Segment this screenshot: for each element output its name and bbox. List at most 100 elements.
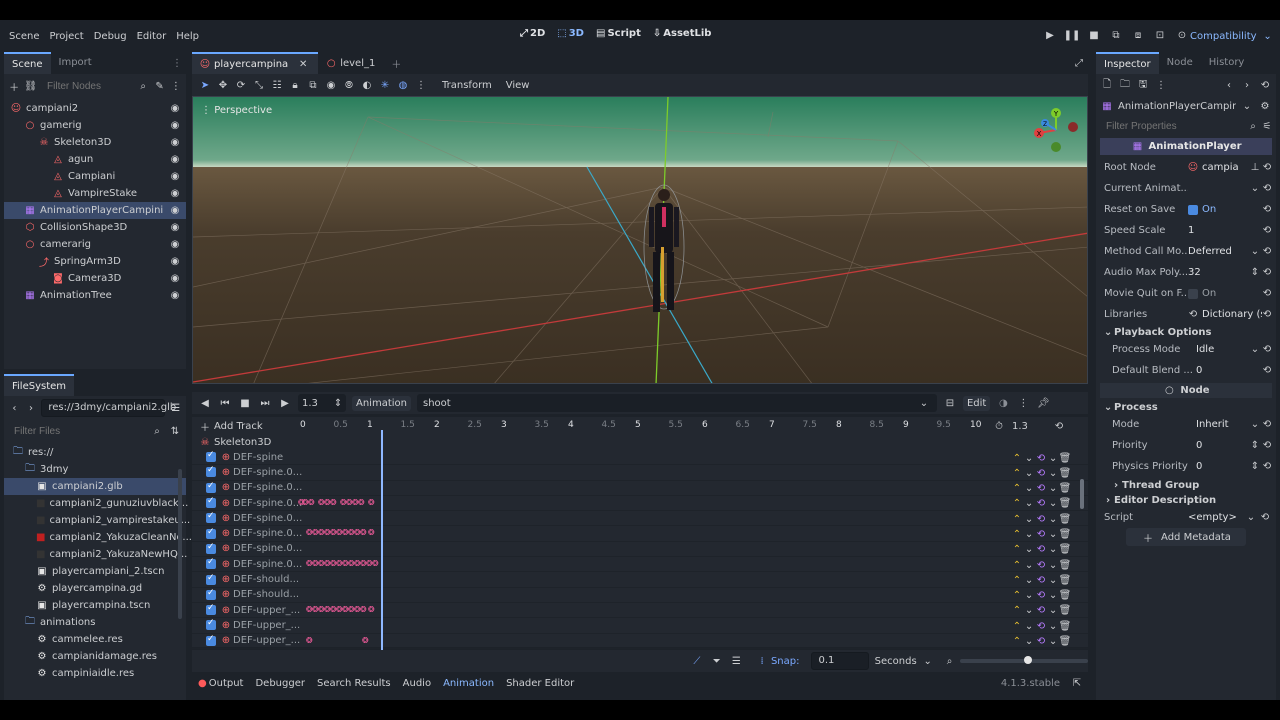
- chevron-down-icon[interactable]: ⌄: [1049, 543, 1057, 557]
- checkbox[interactable]: [1188, 288, 1198, 299]
- file-item[interactable]: 🗀︎ animations: [4, 614, 186, 631]
- history-back-icon[interactable]: ‹: [1222, 78, 1236, 92]
- loop-mode-icon[interactable]: ⟲: [1036, 635, 1046, 649]
- property-value-field[interactable]: 0 ⇕: [1196, 460, 1262, 474]
- property-value-field[interactable]: 1: [1188, 225, 1262, 236]
- file-item[interactable]: ■ campiani2_vampirestakeu...: [4, 512, 190, 529]
- track-row[interactable]: ⊕DEF-spine.0...❂❂❂❂❂❂❂❂❂❂❂⌃⌄⟲⌄🗑︎: [192, 526, 1088, 542]
- revert-icon[interactable]: ⟲: [1262, 182, 1272, 196]
- chevron-down-icon[interactable]: ⌄: [1049, 451, 1057, 465]
- scene-node[interactable]: ☠ Skeleton3D ◉: [4, 134, 186, 151]
- chevron-down-icon[interactable]: ⌄: [1025, 573, 1033, 587]
- delete-track-icon[interactable]: 🗑︎: [1059, 527, 1072, 541]
- loop-mode-icon[interactable]: ⟲: [1036, 512, 1046, 526]
- edit-menu[interactable]: Edit: [962, 395, 991, 411]
- chevron-down-icon[interactable]: ⌄: [1025, 558, 1033, 572]
- loop-mode-icon[interactable]: ⟲: [1036, 589, 1046, 603]
- script-icon[interactable]: ✎: [153, 79, 165, 93]
- keyframe[interactable]: ❂: [368, 605, 375, 614]
- scene-node[interactable]: ▦ AnimationTree ◉: [4, 287, 186, 304]
- bottom-tab-animation[interactable]: Animation: [437, 678, 500, 689]
- track-row[interactable]: ⊕DEF-spine.0...❂❂❂❂❂❂❂❂❂❂❂⌃⌄⟲⌄🗑︎: [192, 496, 1088, 512]
- play-icon[interactable]: ▶: [1043, 28, 1057, 42]
- movie-maker-icon[interactable]: ⊙: [1175, 28, 1189, 42]
- visibility-eye-icon[interactable]: ◉: [168, 102, 182, 116]
- revert-icon[interactable]: ⟲: [1262, 343, 1272, 357]
- interpolation-icon[interactable]: ⌃: [1012, 635, 1022, 649]
- bottom-tab-audio[interactable]: Audio: [397, 678, 437, 689]
- file-item[interactable]: ▣ playercampiani_2.tscn: [4, 563, 186, 580]
- scene-node[interactable]: ◬ VampireStake ◉: [4, 185, 186, 202]
- filter-files-input[interactable]: [8, 422, 146, 440]
- history-forward-icon[interactable]: ›: [1240, 78, 1254, 92]
- visibility-eye-icon[interactable]: ◉: [168, 221, 182, 235]
- camera-override-icon[interactable]: ◐: [360, 78, 374, 92]
- revert-icon[interactable]: ⟲: [1262, 460, 1272, 474]
- scene-node[interactable]: ○ gamerig ◉: [4, 117, 186, 134]
- open-folder-icon[interactable]: 🗀︎: [1118, 78, 1132, 92]
- track-row[interactable]: ⊕DEF-should...⌃⌄⟲⌄🗑︎: [192, 572, 1088, 588]
- interpolation-icon[interactable]: ⌃: [1012, 527, 1022, 541]
- back-icon[interactable]: ‹: [8, 401, 21, 415]
- filter-properties-input[interactable]: [1100, 117, 1244, 135]
- chevron-down-icon[interactable]: ⌄: [1049, 589, 1057, 603]
- revert-icon[interactable]: ⟲: [1262, 418, 1272, 432]
- visibility-eye-icon[interactable]: ◉: [168, 204, 182, 218]
- play-backward-icon[interactable]: ◀: [198, 396, 212, 410]
- interpolation-icon[interactable]: ⌃: [1012, 512, 1022, 526]
- loop-mode-icon[interactable]: ⟲: [1036, 558, 1046, 572]
- delete-track-icon[interactable]: 🗑︎: [1059, 619, 1072, 633]
- stop-icon[interactable]: ■: [238, 396, 252, 410]
- checkbox[interactable]: [1188, 204, 1198, 215]
- interpolation-icon[interactable]: ⌃: [1012, 482, 1022, 496]
- playhead[interactable]: [381, 430, 383, 650]
- keyframe[interactable]: ❂: [362, 636, 369, 645]
- bottom-tab-debugger[interactable]: Debugger: [249, 678, 311, 689]
- track-row[interactable]: ⊕DEF-spine.0...⌃⌄⟲⌄🗑︎: [192, 465, 1088, 481]
- bottom-tab-search-results[interactable]: Search Results: [311, 678, 397, 689]
- 3d-viewport[interactable]: ⋮ Perspective Y X Z: [192, 96, 1088, 384]
- scene-tab[interactable]: ☺ playercampina ✕: [192, 52, 319, 74]
- file-item[interactable]: ▣ playercampina.tscn: [4, 597, 186, 614]
- pin-icon[interactable]: 📌︎: [1036, 396, 1050, 410]
- remote-debug-icon[interactable]: ⧉: [1109, 28, 1123, 42]
- loop-icon[interactable]: ⟲: [1052, 419, 1066, 433]
- track-scrollbar[interactable]: [1080, 479, 1084, 509]
- loop-mode-icon[interactable]: ⟲: [1036, 573, 1046, 587]
- editor-description-section[interactable]: › Editor Description: [1096, 493, 1276, 507]
- link-icon[interactable]: ⛓: [24, 79, 37, 93]
- file-item[interactable]: ⚙ playercampina.gd: [4, 580, 186, 597]
- more-icon[interactable]: ⋮: [1016, 396, 1030, 410]
- track-enabled-checkbox[interactable]: [206, 450, 216, 463]
- add-scene-tab-icon[interactable]: ＋: [389, 56, 403, 71]
- loop-mode-icon[interactable]: ⟲: [1036, 604, 1046, 618]
- menu-debug[interactable]: Debug: [89, 31, 132, 42]
- path-field[interactable]: res://3dmy/campiani2.glb: [41, 399, 176, 417]
- add-node-icon[interactable]: ＋: [8, 79, 20, 94]
- file-item[interactable]: ⚙ cammelee.res: [4, 631, 186, 648]
- more-icon[interactable]: ⋮: [1154, 78, 1168, 92]
- property-value-field[interactable]: 0: [1196, 365, 1262, 376]
- autoplay-icon[interactable]: ⊟: [943, 396, 957, 410]
- script-value-field[interactable]: <empty> ⌄: [1188, 511, 1258, 525]
- file-item[interactable]: ■ campiani2_YakuzaCleanNo...: [4, 529, 192, 546]
- chevron-down-icon[interactable]: ⌄: [1025, 604, 1033, 618]
- visibility-eye-icon[interactable]: ◉: [168, 289, 182, 303]
- keyframe[interactable]: ❂: [330, 498, 337, 507]
- chevron-down-icon[interactable]: ⌄: [1025, 512, 1033, 526]
- visibility-eye-icon[interactable]: ◉: [168, 238, 182, 252]
- loop-mode-icon[interactable]: ⟲: [1036, 527, 1046, 541]
- bottom-tab-shader-editor[interactable]: Shader Editor: [500, 678, 580, 689]
- chevron-down-icon[interactable]: ⌄: [1025, 527, 1033, 541]
- revert-icon[interactable]: ⟲: [1262, 439, 1272, 453]
- track-enabled-checkbox[interactable]: [206, 588, 216, 600]
- delete-track-icon[interactable]: 🗑︎: [1059, 451, 1072, 465]
- visibility-eye-icon[interactable]: ◉: [168, 187, 182, 201]
- save-icon[interactable]: 🖫︎: [1136, 78, 1150, 92]
- delete-track-icon[interactable]: 🗑︎: [1059, 543, 1072, 557]
- animation-selector[interactable]: shoot ⌄: [416, 394, 937, 412]
- chevron-down-icon[interactable]: ⌄: [1025, 589, 1033, 603]
- scene-node[interactable]: ◬ Campiani ◉: [4, 168, 186, 185]
- playback-section[interactable]: ⌄ Playback Options: [1096, 325, 1276, 339]
- lock-icon[interactable]: 🔒︎: [288, 78, 302, 92]
